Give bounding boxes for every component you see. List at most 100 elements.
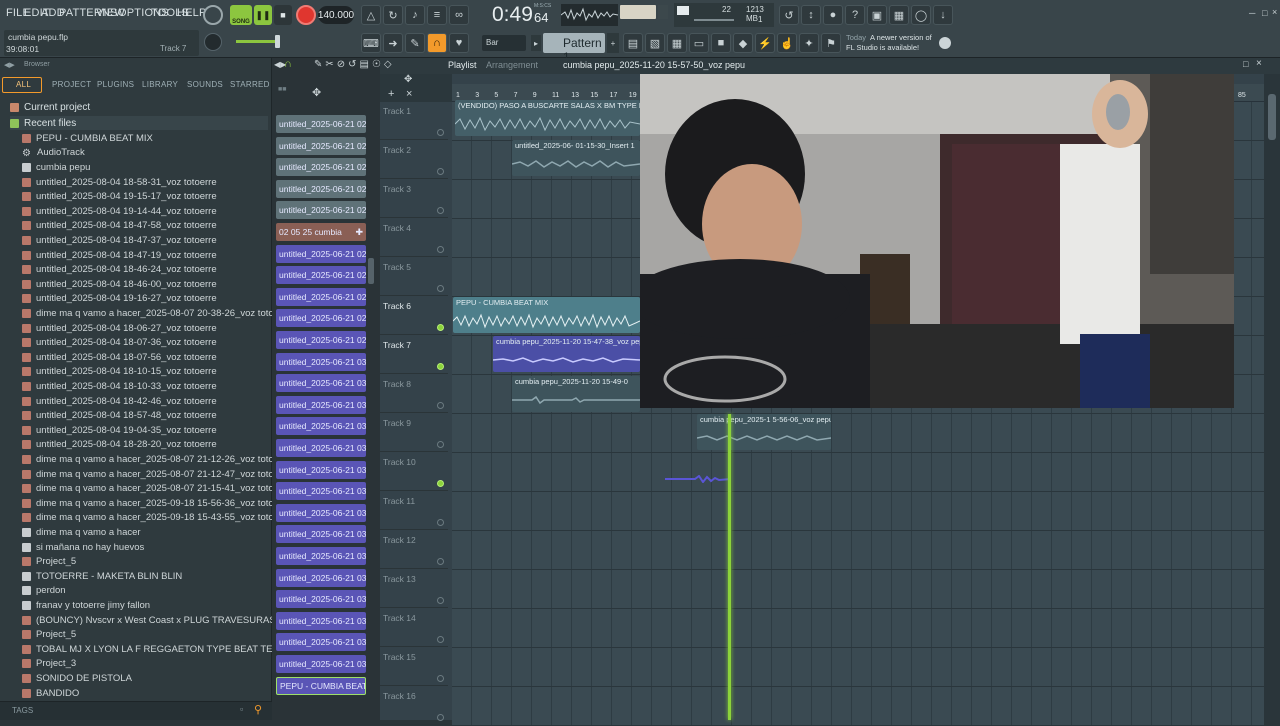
channel-button[interactable]: untitled_2025-06-21 03-	[276, 482, 366, 501]
wait-input-icon[interactable]: ↻	[383, 5, 403, 25]
save-icon[interactable]: ▣	[867, 5, 887, 25]
channel-button[interactable]: untitled_2025-06-21 03-	[276, 503, 366, 522]
channel-button[interactable]: untitled_2025-06-21 03-	[276, 611, 366, 630]
recent-file-item[interactable]: untitled_2025-08-04 18-46-24_voz totoerr…	[22, 262, 217, 277]
countdown-icon[interactable]: ♪	[405, 5, 425, 25]
snap-magnet-icon[interactable]: ∩	[284, 58, 292, 70]
magnet-icon[interactable]: ∩	[427, 33, 447, 53]
channel-button[interactable]: untitled_2025-06-21 03-	[276, 352, 366, 371]
track-mute-led[interactable]	[437, 519, 444, 526]
channel-button[interactable]: untitled_2025-06-21 02-	[276, 158, 366, 177]
tempo-display[interactable]: 140.000	[318, 6, 354, 24]
recent-file-item[interactable]: Project_5	[22, 627, 76, 642]
master-volume-handle[interactable]	[275, 35, 280, 48]
pattern-selector[interactable]: Pattern 1	[543, 33, 605, 64]
track-mute-led[interactable]	[437, 402, 444, 409]
track-mute-led[interactable]	[437, 597, 444, 604]
clip-cumbia-pepu-2[interactable]: cumbia pepu_2025-11-20 15-49-0	[512, 376, 640, 412]
recent-file-item[interactable]: SONIDO DE PISTOLA	[22, 671, 132, 686]
track-header[interactable]: Track 16	[380, 687, 448, 725]
mic-icon[interactable]: ●	[823, 5, 843, 25]
tab-sounds[interactable]: SOUNDS	[187, 80, 223, 89]
track-header[interactable]: Track 10	[380, 453, 448, 491]
recent-file-item[interactable]: untitled_2025-08-04 18-57-48_voz totoerr…	[22, 408, 217, 423]
recent-file-item[interactable]: BANDIDO	[22, 686, 79, 701]
pause-button[interactable]: ❚❚	[254, 5, 272, 25]
playlist-icon[interactable]: ▤	[623, 33, 643, 53]
recent-file-item[interactable]: untitled_2025-08-04 18-42-46_voz totoerr…	[22, 394, 217, 409]
recent-file-item[interactable]: dime ma q vamo a hacer_2025-08-07 20-38-…	[22, 306, 291, 321]
minimize-icon[interactable]: ─	[1249, 8, 1259, 18]
recent-file-item[interactable]: dime ma q vamo a hacer_2025-08-07 21-12-…	[22, 452, 291, 467]
recent-file-item[interactable]: perdon	[22, 584, 66, 599]
channel-button[interactable]: untitled_2025-06-21 03-	[276, 374, 366, 393]
recent-file-item[interactable]: franav y totoerre jimy fallon	[22, 598, 150, 613]
channel-button[interactable]: untitled_2025-06-21 03-	[276, 460, 366, 479]
track-header[interactable]: Track 14	[380, 609, 448, 647]
recent-file-item[interactable]: untitled_2025-08-04 18-10-15_voz totoerr…	[22, 365, 217, 380]
channel-button[interactable]: untitled_2025-06-21 02-	[276, 266, 366, 285]
channel-button[interactable]: untitled_2025-06-21 02-	[276, 287, 366, 306]
track-header[interactable]: Track 15	[380, 648, 448, 686]
browser-arrows-icon[interactable]: ◀▶	[4, 61, 15, 69]
channel-button[interactable]: untitled_2025-06-21 03-	[276, 547, 366, 565]
download-icon[interactable]: ↓	[933, 5, 953, 25]
master-volume-slider[interactable]	[236, 40, 280, 43]
remove-track-icon[interactable]: ×	[406, 88, 412, 100]
track-mute-led[interactable]	[437, 246, 444, 253]
recent-file-item[interactable]: dime ma q vamo a hacer	[22, 525, 141, 540]
channel-button[interactable]: untitled_2025-06-21 02-	[276, 179, 366, 198]
track-header[interactable]: Track 13	[380, 570, 448, 608]
track-header[interactable]: Track 12	[380, 531, 448, 569]
zoom-icon[interactable]: ✥	[404, 74, 412, 85]
snap-select[interactable]: Bar	[482, 35, 526, 51]
undo-history-icon[interactable]: ↺	[779, 5, 799, 25]
track-mute-led[interactable]	[437, 129, 444, 136]
clip-cumbia-beat-mix[interactable]: PEPU - CUMBIA BEAT MIX	[453, 297, 640, 333]
playlist-scrollbar[interactable]	[1264, 74, 1280, 720]
recent-file-item[interactable]: Project_3	[22, 657, 76, 672]
track-header[interactable]: Track 11	[380, 492, 448, 530]
update-notice[interactable]: Today A newer version of FL Studio is av…	[846, 32, 946, 56]
recent-file-item[interactable]: dime ma q vamo a hacer_2025-09-18 15-56-…	[22, 496, 291, 511]
scroll-thumb[interactable]	[1268, 94, 1276, 140]
pattern-add-icon[interactable]: +	[607, 33, 619, 53]
channel-button[interactable]: untitled_2025-06-21 03-	[276, 633, 366, 652]
channel-scrollbar[interactable]	[368, 258, 374, 284]
main-volume-knob[interactable]	[203, 5, 223, 25]
song-mode-toggle[interactable]: SONG	[230, 5, 252, 25]
recent-file-item[interactable]: TOTOERRE - MAKETA BLIN BLIN	[22, 569, 182, 584]
bookmark-icon[interactable]: ⚑	[821, 33, 841, 53]
track-lane[interactable]	[452, 492, 1264, 531]
recent-file-item[interactable]: TOBAL MJ X LYON LA F REGGAETON TYPE BEAT…	[22, 642, 302, 657]
track-header[interactable]: Track 7	[380, 336, 448, 374]
playlist-maximize-icon[interactable]: □	[1243, 59, 1248, 69]
plug-icon[interactable]: ⚡	[755, 33, 775, 53]
main-pitch-knob[interactable]	[204, 33, 222, 51]
track-mute-led[interactable]	[437, 207, 444, 214]
tools-icon[interactable]: ✦	[799, 33, 819, 53]
mixer-icon[interactable]: ↕	[801, 5, 821, 25]
recent-file-item[interactable]: untitled_2025-08-04 18-07-56_voz totoerr…	[22, 350, 217, 365]
channel-button[interactable]: untitled_2025-06-21 03-	[276, 395, 366, 414]
recent-file-item[interactable]: untitled_2025-08-04 19-14-44_voz totoerr…	[22, 204, 217, 219]
tab-plugins[interactable]: PLUGINS	[97, 80, 134, 89]
tab-project[interactable]: PROJECT	[52, 80, 91, 89]
recent-file-item[interactable]: untitled_2025-08-04 18-10-33_voz totoerr…	[22, 379, 217, 394]
search-icon[interactable]: ⚲	[254, 703, 262, 716]
section-recent-files[interactable]: Recent files	[10, 116, 268, 130]
channel-button[interactable]: untitled_2025-06-21 03-	[276, 439, 366, 457]
track-header[interactable]: Track 1	[380, 102, 448, 140]
channel-button[interactable]: untitled_2025-06-21 03-	[276, 590, 366, 609]
track-header[interactable]: Track 9	[380, 414, 448, 452]
clip-untitled-insert[interactable]: untitled_2025-06- 01-15-30_Insert 1	[512, 140, 640, 176]
channel-button[interactable]: untitled_2025-06-21 02-	[276, 115, 366, 133]
channel-button[interactable]: untitled_2025-06-21 02-	[276, 201, 366, 220]
recent-file-item[interactable]: dime ma q vamo a hacer_2025-08-07 21-15-…	[22, 481, 291, 496]
loop-record-icon[interactable]: ∞	[449, 5, 469, 25]
channel-rack-icon[interactable]: ▦	[889, 5, 909, 25]
track-lane[interactable]	[452, 687, 1264, 726]
browser-view-icon[interactable]: ■	[711, 33, 731, 53]
track-header[interactable]: Track 3	[380, 180, 448, 218]
plugin-icon[interactable]: ◆	[733, 33, 753, 53]
